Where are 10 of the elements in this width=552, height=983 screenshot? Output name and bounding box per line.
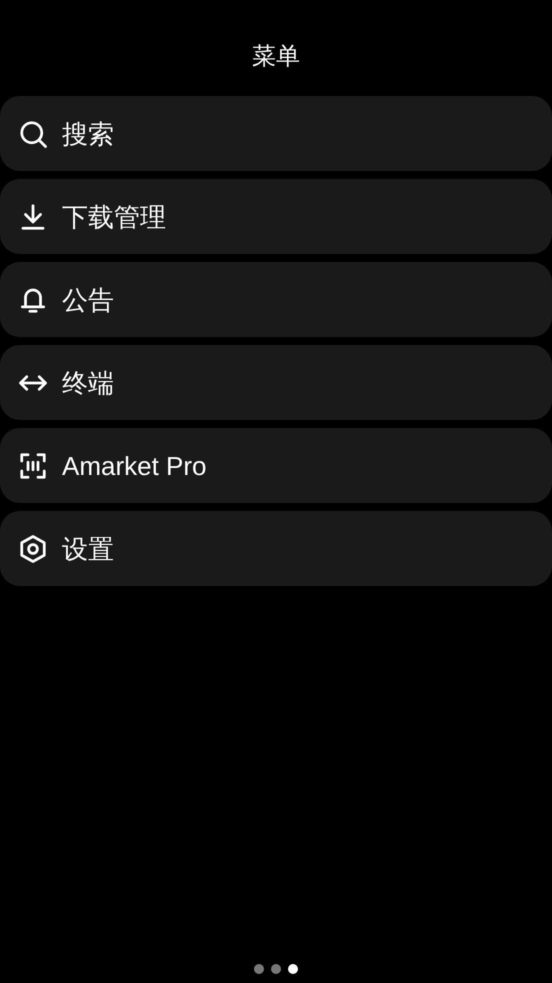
menu-item[interactable]: Amarket Pro xyxy=(0,428,552,503)
menu-item[interactable]: 下载管理 xyxy=(0,179,552,254)
scan-icon xyxy=(18,450,48,480)
menu-title: 菜单 xyxy=(252,45,300,69)
menu-item[interactable]: 设置 xyxy=(0,511,552,586)
search-icon xyxy=(18,118,48,148)
menu-item[interactable]: 公告 xyxy=(0,262,552,337)
menu-item[interactable]: 搜索 xyxy=(0,96,552,171)
menu-item[interactable]: 终端 xyxy=(0,345,552,420)
settings-icon xyxy=(18,534,48,564)
